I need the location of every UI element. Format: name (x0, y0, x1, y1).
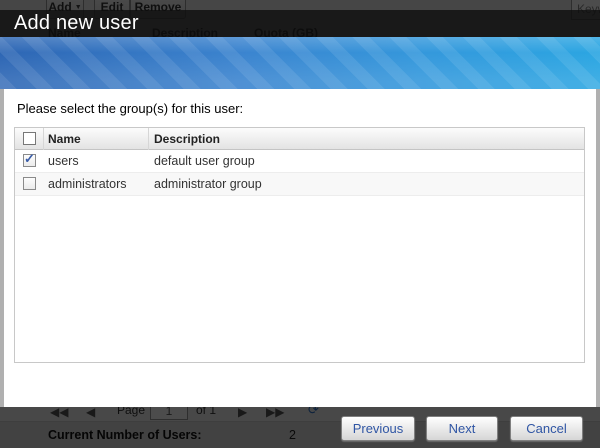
check-icon: ✓ (24, 151, 35, 167)
dialog-body: Please select the group(s) for this user… (0, 89, 600, 407)
group-select-prompt: Please select the group(s) for this user… (17, 101, 243, 116)
group-grid: ✓ Name Description ✓ users default user … (14, 127, 585, 363)
next-button[interactable]: Next (426, 416, 498, 441)
screen: Add ▼ Edit Remove Keyword Name Descripti… (0, 0, 600, 448)
group-row-administrators[interactable]: ✓ administrators administrator group (15, 173, 584, 196)
select-all-header-cell: ✓ (15, 128, 44, 150)
previous-button[interactable]: Previous (341, 416, 415, 441)
group-row-users[interactable]: ✓ users default user group (15, 150, 584, 173)
group-grid-header: ✓ Name Description (15, 128, 584, 150)
administrators-checkbox[interactable]: ✓ (23, 177, 36, 190)
group-name-cell: users (48, 154, 79, 168)
cancel-button[interactable]: Cancel (510, 416, 583, 441)
group-name-cell: administrators (48, 177, 127, 191)
select-all-checkbox[interactable]: ✓ (23, 132, 36, 145)
dialog-title: Add new user (14, 12, 139, 35)
dialog-banner (0, 37, 600, 89)
group-description-cell: administrator group (154, 177, 262, 191)
group-description-cell: default user group (154, 154, 255, 168)
column-header-description[interactable]: Description (149, 128, 479, 150)
dialog-titlebar: Add new user (0, 10, 600, 37)
column-header-name[interactable]: Name (44, 128, 149, 150)
users-checkbox[interactable]: ✓ (23, 154, 36, 167)
